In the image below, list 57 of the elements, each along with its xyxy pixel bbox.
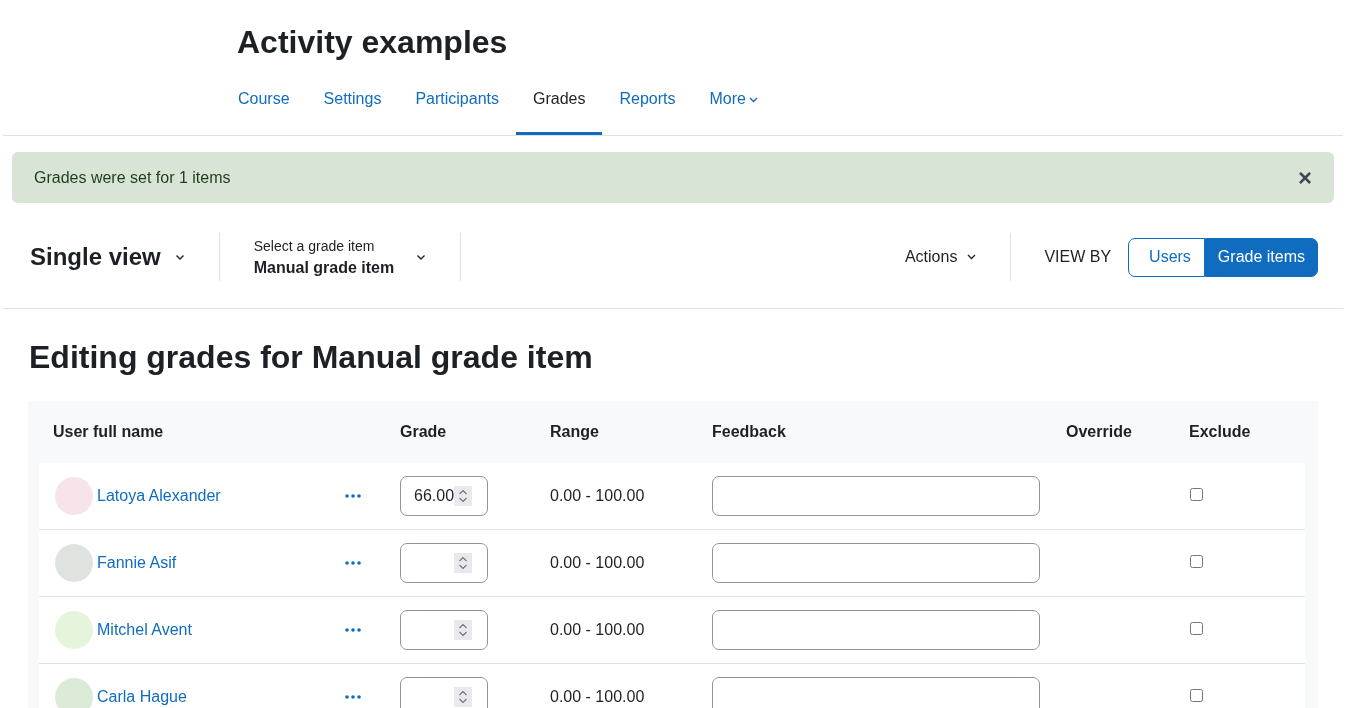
grade-field[interactable]	[400, 543, 488, 583]
spinner-icon[interactable]	[454, 553, 472, 573]
user-link[interactable]: Fannie Asif	[97, 554, 177, 572]
view-by-toggle[interactable]: Users	[1128, 237, 1205, 277]
page-heading: Editing grades for Manual grade item	[29, 338, 594, 376]
more-icon[interactable]	[345, 494, 361, 498]
caret-icon	[416, 253, 427, 261]
range-text: 0.00 - 100.00	[550, 487, 646, 505]
actions-dropdown[interactable]: Actions	[904, 248, 977, 266]
nav-tab[interactable]: Course	[237, 89, 307, 135]
feedback-field[interactable]	[712, 610, 1040, 650]
close-button[interactable]: ×	[1298, 165, 1312, 190]
column-header: User full name	[52, 423, 165, 441]
user-link[interactable]: Latoya Alexander	[97, 487, 221, 505]
feedback-field[interactable]	[712, 543, 1040, 583]
range-text: 0.00 - 100.00	[550, 554, 646, 572]
course-title: Activity examples	[237, 23, 508, 61]
exclude-checkbox[interactable]	[1190, 555, 1203, 568]
exclude-checkbox[interactable]	[1190, 689, 1203, 702]
more-icon[interactable]	[345, 695, 361, 699]
view-by-label: VIEW BY	[1044, 248, 1112, 266]
column-header: Grade	[400, 423, 448, 441]
avatar-placeholder	[55, 544, 93, 582]
range-text: 0.00 - 100.00	[550, 688, 646, 706]
grade-field[interactable]	[400, 610, 488, 650]
caret-icon	[748, 97, 758, 103]
alert-message: Grades were set for 1 items	[34, 168, 231, 187]
nav-tab[interactable]: Reports	[602, 89, 693, 135]
column-header: Feedback	[712, 423, 787, 441]
caret-icon	[967, 254, 977, 260]
view-selector[interactable]: Single view	[30, 233, 185, 281]
nav-tab[interactable]: Settings	[306, 89, 399, 135]
feedback-field[interactable]	[712, 476, 1040, 516]
spinner-icon[interactable]	[454, 486, 472, 506]
more-icon[interactable]	[345, 628, 361, 632]
view-by-toggle[interactable]: Grade items	[1204, 237, 1318, 277]
column-header: Exclude	[1189, 423, 1252, 441]
exclude-checkbox[interactable]	[1190, 488, 1203, 501]
nav-tab[interactable]: Participants	[398, 89, 516, 135]
exclude-checkbox[interactable]	[1190, 622, 1203, 635]
range-text: 0.00 - 100.00	[550, 621, 646, 639]
grade-item-selector[interactable]: Select a grade item Manual grade item	[253, 237, 427, 277]
avatar-placeholder	[55, 611, 93, 649]
column-header: Range	[550, 423, 600, 441]
spinner-icon[interactable]	[454, 620, 472, 640]
nav-tab[interactable]: Grades	[516, 89, 603, 135]
nav-tab[interactable]: More	[692, 89, 775, 135]
user-link[interactable]: Carla Hague	[97, 688, 187, 706]
avatar-placeholder	[55, 678, 93, 708]
feedback-field[interactable]	[712, 677, 1040, 708]
spinner-icon[interactable]	[454, 687, 472, 707]
column-header: Override	[1066, 423, 1133, 441]
grade-field[interactable]: 66.00	[400, 476, 488, 516]
more-icon[interactable]	[345, 561, 361, 565]
caret-icon	[174, 253, 185, 261]
avatar-placeholder	[55, 477, 93, 515]
user-link[interactable]: Mitchel Avent	[97, 621, 192, 639]
